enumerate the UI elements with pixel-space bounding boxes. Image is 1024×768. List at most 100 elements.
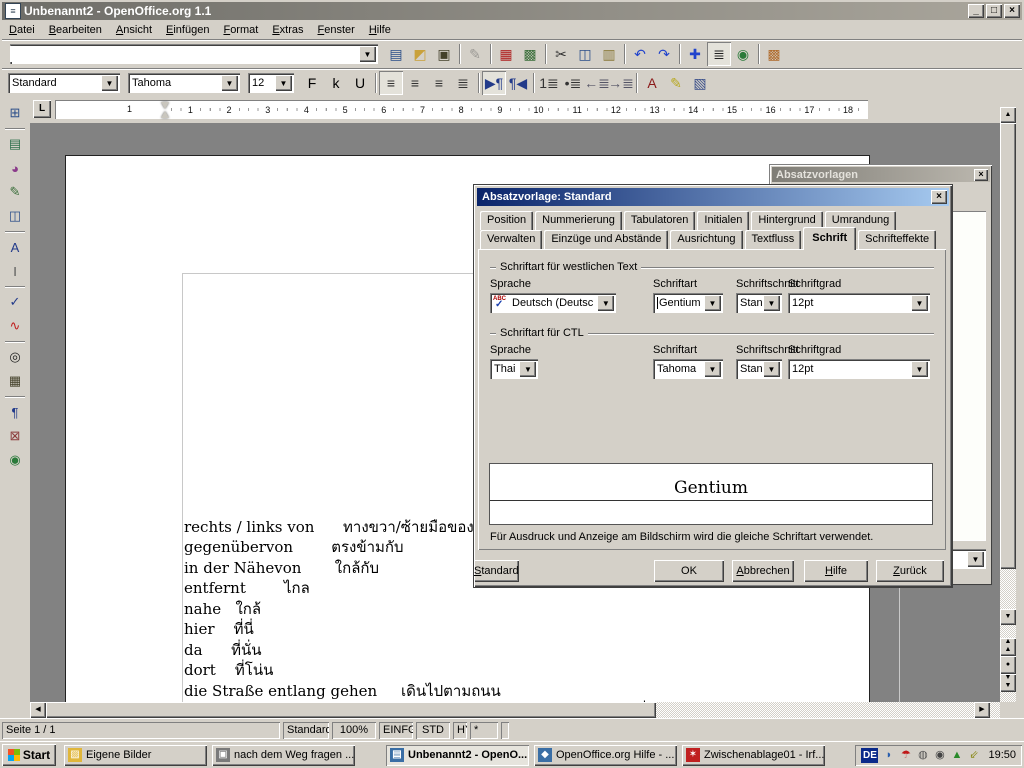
main-toolbar-icon[interactable] (4, 393, 26, 400)
menu-item[interactable]: Ansicht (109, 22, 159, 38)
dialog-tab[interactable]: Verwalten (480, 230, 542, 249)
help-button[interactable]: Hilfe (804, 560, 868, 582)
field-combo[interactable]: Deutsch (Deutsc ▼ (490, 293, 616, 313)
field-combo[interactable]: Tahoma ▼ (653, 359, 723, 379)
paste-icon[interactable]: ▥ (597, 42, 621, 66)
status-field[interactable]: STD (416, 722, 450, 739)
toolbar-icon[interactable] (676, 43, 683, 65)
scroll-left-icon[interactable]: ◀ (30, 702, 46, 718)
field-combo[interactable]: 12pt ▼ (788, 293, 930, 313)
dialog-tab[interactable]: Ausrichtung (670, 230, 742, 249)
scroll-up-icon[interactable]: ▲ (1000, 107, 1016, 123)
next-page-icon[interactable]: ▼▼ (1000, 674, 1016, 692)
vertical-scrollbar[interactable]: ▲ ▼ ▲▲ ● ▼▼ (1000, 107, 1016, 702)
font-size-combo[interactable]: 12 ▼ (248, 73, 294, 93)
volume-icon[interactable]: ◍ (915, 748, 930, 763)
chevron-down-icon[interactable]: ▼ (597, 295, 614, 311)
align-left-button[interactable]: ≡ (379, 71, 403, 95)
open-folder-icon[interactable]: ◩ (408, 42, 432, 66)
print-icon[interactable]: ▩ (518, 42, 542, 66)
scroll-right-icon[interactable]: ▶ (974, 702, 990, 718)
field-combo[interactable]: Standard ▼ (736, 293, 782, 313)
quickstarter-icon[interactable]: ◗ (881, 748, 896, 763)
navigation-icon[interactable]: ● (1000, 656, 1016, 674)
underline-button[interactable]: U (348, 71, 372, 95)
chevron-down-icon[interactable]: ▼ (704, 361, 721, 377)
chevron-down-icon[interactable]: ▼ (967, 551, 984, 567)
format-toolbar-icon[interactable] (530, 72, 537, 94)
field-combo[interactable]: Thai ▼ (490, 359, 538, 379)
document-line[interactable]: dort ที่โน่น (184, 660, 724, 681)
status-field[interactable]: HYP (453, 722, 467, 739)
task-nach-dem-weg-fragen[interactable]: ▣ nach dem Weg fragen ... (212, 745, 355, 766)
url-combo[interactable]: ▼ (10, 44, 378, 64)
save-icon[interactable]: ▣ (432, 42, 456, 66)
url-field[interactable] (10, 46, 359, 62)
undo-icon[interactable]: ↶ (628, 42, 652, 66)
dialog-tab[interactable]: Schrift (803, 227, 856, 250)
status-field[interactable]: 100% (332, 722, 376, 739)
status-field[interactable]: Seite 1 / 1 (2, 722, 280, 739)
toolbar-icon[interactable] (542, 43, 549, 65)
dialog-tab[interactable]: Schrifteffekte (858, 230, 936, 249)
hyperlink-gallery-icon[interactable]: ◉ (731, 42, 755, 66)
format-toolbar-icon[interactable] (372, 72, 379, 94)
document-line[interactable]: da ที่นั่น (184, 640, 724, 661)
draw-functions-icon[interactable]: ✎ (3, 180, 27, 204)
font-name-combo[interactable]: Tahoma ▼ (128, 73, 240, 93)
chevron-down-icon[interactable]: ▼ (763, 361, 780, 377)
toolbar-icon[interactable] (487, 43, 494, 65)
start-button[interactable]: Start (2, 744, 56, 766)
tablet-icon[interactable]: ⇙ (966, 748, 981, 763)
online-layout-icon[interactable]: ◉ (3, 448, 27, 472)
insert-object-icon[interactable]: ◕ (3, 156, 27, 180)
main-toolbar-icon[interactable] (4, 125, 26, 132)
task-eigene-bilder[interactable]: ▨ Eigene Bilder (64, 745, 207, 766)
task-openoffice-hilfe[interactable]: ◆ OpenOffice.org Hilfe - ... (534, 745, 677, 766)
align-justify-button[interactable]: ≣ (451, 71, 475, 95)
decrease-indent-button[interactable]: ←≣ (585, 71, 609, 95)
paragraph-style-combo[interactable]: Standard ▼ (8, 73, 120, 93)
restore-button[interactable]: □ (986, 4, 1002, 18)
document-line[interactable]: hier ที่นี่ (184, 619, 724, 640)
toolbar-icon[interactable] (621, 43, 628, 65)
main-toolbar-icon[interactable] (4, 338, 26, 345)
chevron-down-icon[interactable]: ▼ (704, 295, 721, 311)
stylist-icon[interactable]: ≣ (707, 42, 731, 66)
find-icon[interactable]: ◎ (3, 345, 27, 369)
status-field[interactable]: EINFG (379, 722, 413, 739)
toolbar-icon[interactable] (755, 43, 762, 65)
status-field[interactable] (501, 722, 509, 739)
dialog-tab[interactable]: Einzüge und Abstände (544, 230, 668, 249)
document-line[interactable]: nahe ใกล้ (184, 599, 724, 620)
menu-item[interactable]: Extras (265, 22, 310, 38)
mouse-icon[interactable]: ◉ (932, 748, 947, 763)
stylist-title-bar[interactable]: Absatzvorlagen × (772, 167, 990, 182)
menu-item[interactable]: Fenster (311, 22, 362, 38)
tab-type-selector[interactable]: L (33, 100, 51, 118)
edit-file-icon[interactable]: ✎ (463, 42, 487, 66)
menu-item[interactable]: Hilfe (362, 22, 398, 38)
update-icon[interactable]: ▲ (949, 748, 964, 763)
graphics-onoff-icon[interactable]: ⊠ (3, 424, 27, 448)
autospellcheck-icon[interactable]: ∿ (3, 314, 27, 338)
standard-button[interactable]: Standard (474, 560, 519, 582)
form-functions-icon[interactable]: ◫ (3, 204, 27, 228)
font-color-button[interactable]: A (640, 71, 664, 95)
task-unbenannt2[interactable]: ▤ Unbenannt2 - OpenO... (386, 745, 529, 766)
vertical-scroll-thumb[interactable] (1000, 123, 1016, 569)
close-button[interactable]: × (1004, 4, 1020, 18)
bullet-list-button[interactable]: •≣ (561, 71, 585, 95)
redo-icon[interactable]: ↷ (652, 42, 676, 66)
data-sources-icon[interactable]: ▦ (3, 369, 27, 393)
highlight-button[interactable]: ✎ (664, 71, 688, 95)
dialog-tab[interactable]: Position (480, 211, 533, 230)
new-document-icon[interactable]: ▤ (384, 42, 408, 66)
horizontal-ruler[interactable]: 1 123456789101112131415161718 (55, 100, 868, 119)
minimize-button[interactable]: _ (968, 4, 984, 18)
chevron-down-icon[interactable]: ▼ (911, 295, 928, 311)
task-zwischenablage[interactable]: ✶ Zwischenablage01 - Irf... (682, 745, 825, 766)
scroll-down-icon[interactable]: ▼ (1000, 609, 1016, 625)
chevron-down-icon[interactable]: ▼ (101, 75, 118, 91)
menu-item[interactable]: Datei (2, 22, 42, 38)
